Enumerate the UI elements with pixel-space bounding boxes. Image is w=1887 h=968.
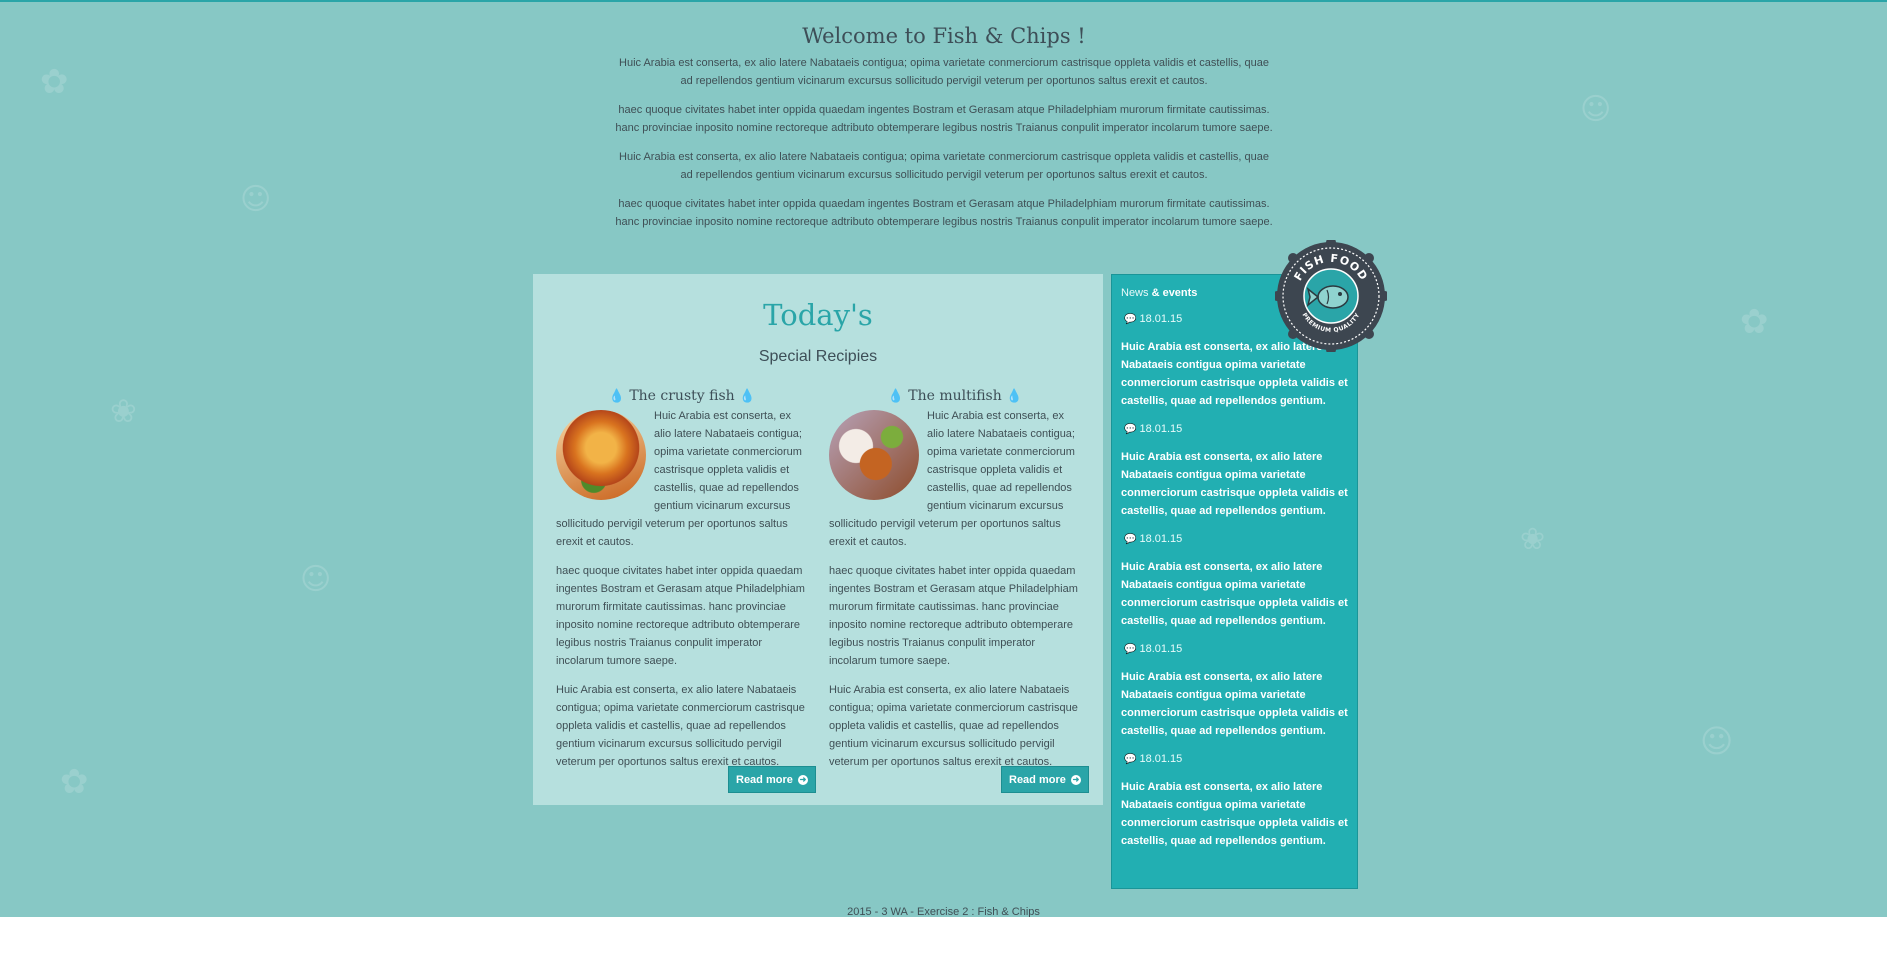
recipe-paragraph: Huic Arabia est conserta, ex alio latere…: [556, 684, 805, 768]
page-title: Welcome to Fish & Chips !: [802, 24, 1086, 48]
background-doodle-icon: ☺: [300, 562, 332, 597]
speech-bubble-icon: 💬: [1124, 314, 1137, 325]
water-drop-icon: 💧: [1006, 389, 1023, 404]
recipe-name: The multifish: [908, 388, 1002, 404]
news-item[interactable]: 💬 18.01.15 Huic Arabia est conserta, ex a…: [1121, 423, 1348, 520]
read-more-button[interactable]: Read more ➜: [728, 766, 816, 793]
recipe-card-multifish: 💧 The multifish 💧 Huic Arabia est conser…: [829, 388, 1081, 782]
page-background: ✿ ☺ ❀ ☺ ✿ ☺ ✿ ❀ ☺ Welcome to Fish & Chip…: [0, 0, 1887, 917]
intro-paragraph: Huic Arabia est conserta, ex alio latere…: [619, 57, 1269, 87]
background-doodle-icon: ✿: [1740, 302, 1769, 342]
read-more-button[interactable]: Read more ➜: [1001, 766, 1089, 793]
special-recipes-panel: Today's Special Recipies 💧 The crusty fi…: [533, 274, 1103, 805]
footer-text: 2015 - 3 WA - Exercise 2 : Fish & Chips: [847, 906, 1040, 917]
special-subtitle: Special Recipies: [758, 348, 878, 365]
speech-bubble-icon: 💬: [1124, 424, 1137, 435]
background-doodle-icon: ❀: [110, 392, 137, 430]
news-text: Huic Arabia est conserta, ex alio latere…: [1121, 781, 1348, 847]
speech-bubble-icon: 💬: [1124, 534, 1137, 545]
news-date: 💬 18.01.15: [1124, 643, 1183, 655]
read-more-label: Read more: [736, 774, 793, 786]
seafood-platter-photo: [829, 410, 919, 500]
background-doodle-icon: ☺: [240, 182, 272, 217]
news-date: 💬 18.01.15: [1124, 753, 1183, 765]
recipe-paragraph: haec quoque civitates habet inter oppida…: [556, 565, 805, 667]
recipe-card-crusty-fish: 💧 The crusty fish 💧 Huic Arabia est cons…: [556, 388, 808, 782]
intro-paragraph: Huic Arabia est conserta, ex alio latere…: [619, 151, 1269, 181]
intro-paragraph: haec quoque civitates habet inter oppida…: [615, 198, 1273, 228]
news-item[interactable]: 💬 18.01.15 Huic Arabia est conserta, ex a…: [1121, 533, 1348, 630]
welcome-section: Welcome to Fish & Chips ! Huic Arabia es…: [614, 24, 1274, 242]
special-title: Today's: [763, 298, 873, 332]
intro-paragraph: haec quoque civitates habet inter oppida…: [615, 104, 1273, 134]
fried-fish-photo: [556, 410, 646, 500]
recipe-heading: 💧 The multifish 💧: [829, 388, 1081, 404]
circle-arrow-right-icon: ➜: [797, 775, 808, 786]
speech-bubble-icon: 💬: [1124, 754, 1137, 765]
news-item[interactable]: 💬 18.01.15 Huic Arabia est conserta, ex a…: [1121, 643, 1348, 740]
news-date: 💬 18.01.15: [1124, 533, 1183, 545]
background-doodle-icon: ☺: [1700, 722, 1734, 760]
recipe-heading: 💧 The crusty fish 💧: [556, 388, 808, 404]
recipe-paragraph: Huic Arabia est conserta, ex alio latere…: [829, 684, 1078, 768]
news-text: Huic Arabia est conserta, ex alio latere…: [1121, 451, 1348, 517]
news-text: Huic Arabia est conserta, ex alio latere…: [1121, 671, 1348, 737]
recipe-name: The crusty fish: [629, 388, 735, 404]
background-doodle-icon: ❀: [1520, 522, 1546, 557]
background-doodle-icon: ✿: [40, 62, 69, 102]
news-events-panel: News & events 💬 18.01.15 Huic Arabia est …: [1111, 274, 1358, 889]
background-doodle-icon: ☺: [1580, 92, 1612, 127]
news-text: Huic Arabia est conserta, ex alio latere…: [1121, 561, 1348, 627]
news-item[interactable]: 💬 18.01.15 Huic Arabia est conserta, ex a…: [1121, 753, 1348, 850]
read-more-label: Read more: [1009, 774, 1066, 786]
water-drop-icon: 💧: [887, 389, 904, 404]
recipe-paragraph: haec quoque civitates habet inter oppida…: [829, 565, 1078, 667]
water-drop-icon: 💧: [608, 389, 625, 404]
news-date: 💬 18.01.15: [1124, 423, 1183, 435]
speech-bubble-icon: 💬: [1124, 644, 1137, 655]
background-doodle-icon: ✿: [60, 762, 89, 802]
circle-arrow-right-icon: ➜: [1070, 775, 1081, 786]
water-drop-icon: 💧: [739, 389, 756, 404]
fish-food-badge: FISH FOOD PREMIUM QUALITY: [1275, 240, 1387, 352]
